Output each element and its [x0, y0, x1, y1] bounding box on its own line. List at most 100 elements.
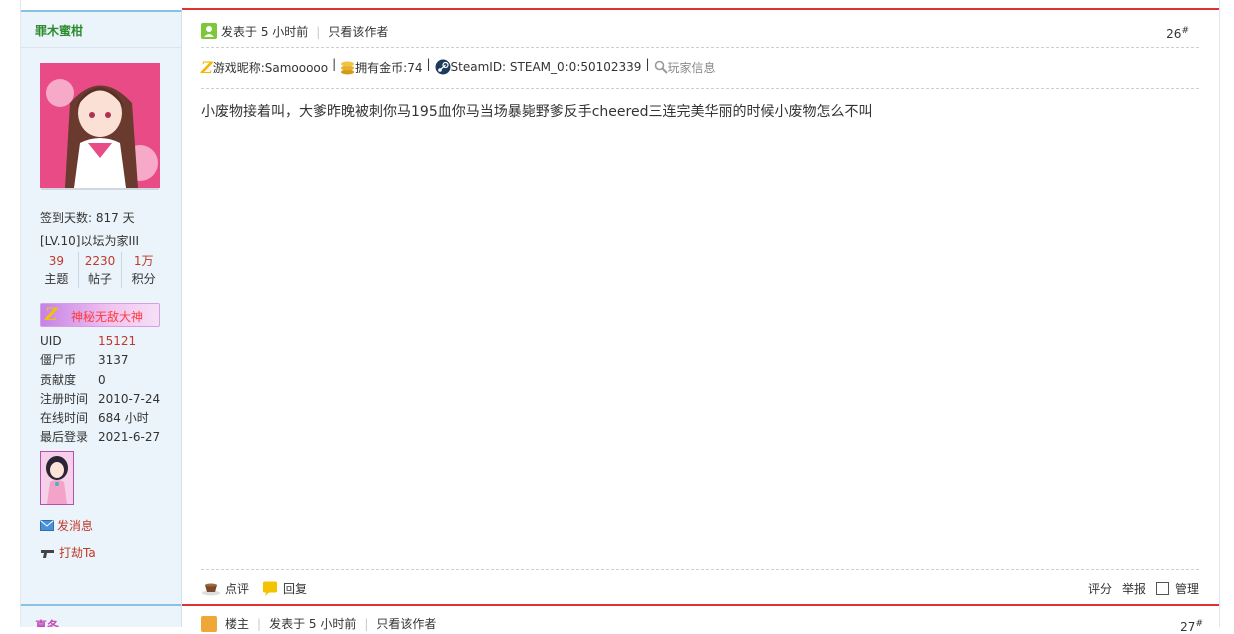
- checkin-days: 签到天数: 817 天: [40, 211, 135, 225]
- manage-label: 管理: [1174, 582, 1199, 596]
- next-floor-mark: #: [1195, 619, 1203, 629]
- post-content: 小废物接着叫，大爹昨晚被刺你马195血你马当场暴毙野爹反手cheered三连完美…: [201, 104, 873, 120]
- player-info-label: 玩家信息: [667, 60, 716, 75]
- stat-threads[interactable]: 39 主题: [35, 252, 78, 288]
- gold-coins: 拥有金币:74: [340, 57, 422, 77]
- medal-label: 神秘无敌大神: [71, 310, 144, 324]
- post-header: 发表于 5 小时前 | 只看该作者 26#: [201, 20, 1199, 48]
- info-row: 最后登录 2021-6-27: [40, 428, 180, 447]
- page-right-border: [1219, 0, 1220, 627]
- badge-character-icon: [41, 452, 73, 504]
- thread-starter-icon: [201, 615, 217, 632]
- info-value: 684 小时: [98, 411, 149, 426]
- envelope-icon: [40, 520, 54, 531]
- separator: |: [316, 25, 321, 39]
- gold-text: 拥有金币:74: [355, 60, 423, 75]
- user-level[interactable]: [LV.10]以坛为家III: [40, 232, 139, 249]
- speech-bubble-icon: [263, 581, 278, 596]
- z-logo-icon: Z: [45, 305, 58, 325]
- next-username-link[interactable]: 真冬: [35, 617, 59, 627]
- stat-credits[interactable]: 1万 积分: [121, 252, 165, 288]
- info-value: 2021-6-27: [98, 430, 161, 445]
- next-user-sidebar: 真冬: [21, 606, 182, 627]
- thread-starter-label: 楼主: [225, 617, 250, 631]
- next-floor-value: 27: [1180, 620, 1196, 634]
- steam-id-text: SteamID: STEAM_0:0:50102339: [450, 60, 642, 74]
- reply-button[interactable]: 回复: [261, 580, 307, 597]
- reply-label: 回复: [283, 582, 308, 596]
- post-footer: 点评 回复 评分 举报 管理: [201, 569, 1199, 600]
- separator: |: [257, 616, 262, 631]
- info-value: 2010-7-24: [98, 391, 161, 406]
- avatar-image: [40, 63, 160, 188]
- floor-value: 26: [1166, 27, 1182, 41]
- z-logo-icon: Z: [201, 57, 213, 77]
- gun-icon: [41, 549, 54, 558]
- post-actions-right: 评分 举报 管理: [1088, 580, 1199, 597]
- stat-posts-count: 2230: [84, 254, 116, 268]
- manage-checkbox[interactable]: [1155, 582, 1169, 595]
- info-row: 在线时间 684 小时: [40, 409, 180, 428]
- send-message-link[interactable]: 发消息: [40, 517, 93, 534]
- badge-image[interactable]: [40, 451, 74, 505]
- comment-label: 点评: [225, 582, 250, 596]
- uid-link[interactable]: 15121: [98, 332, 136, 351]
- rob-link[interactable]: 打劫Ta: [40, 544, 96, 561]
- steam-icon: [435, 59, 451, 75]
- rob-label: 打劫Ta: [59, 546, 96, 560]
- info-key: UID: [40, 334, 62, 348]
- comment-button[interactable]: 点评: [201, 580, 249, 597]
- avatar[interactable]: [40, 63, 160, 188]
- game-info-line: Z 游戏昵称:Samooooo | 拥有金币:74 | SteamID: STE…: [201, 57, 1199, 89]
- floor-mark: #: [1181, 26, 1189, 36]
- send-message-label: 发消息: [57, 519, 94, 533]
- info-value: 0: [98, 372, 106, 387]
- user-info-table: UID 15121 僵尸币 3137 贡献度 0 注册时间 2010-7-24 在线时间…: [40, 332, 180, 448]
- separator: |: [645, 57, 650, 71]
- info-row: 贡献度 0: [40, 371, 180, 390]
- info-value: 3137: [98, 353, 129, 368]
- next-post-header: 楼主 | 发表于 5 小时前 | 只看该作者: [201, 615, 436, 632]
- separator: |: [332, 57, 337, 71]
- floor-number[interactable]: 26#: [1166, 26, 1189, 41]
- info-row: 僵尸币 3137: [40, 351, 180, 370]
- coffee-cup-icon: [202, 583, 220, 595]
- next-post-top-border: [182, 604, 1219, 606]
- info-key: 注册时间: [40, 391, 89, 406]
- next-post-time: 发表于 5 小时前: [269, 617, 357, 631]
- only-author-link[interactable]: 只看该作者: [328, 25, 388, 39]
- stat-threads-label: 主题: [44, 272, 69, 286]
- stat-posts-label: 帖子: [88, 272, 113, 286]
- post-top-border: [182, 8, 1219, 10]
- info-row: 注册时间 2010-7-24: [40, 390, 180, 409]
- report-link[interactable]: 举报: [1122, 580, 1146, 597]
- user-divider: [21, 47, 181, 48]
- username-link[interactable]: 罪木蜜柑: [35, 22, 83, 39]
- steam-id: SteamID: STEAM_0:0:50102339: [435, 57, 642, 77]
- separator: |: [426, 57, 431, 71]
- next-only-author-link[interactable]: 只看该作者: [376, 615, 436, 632]
- info-key: 最后登录: [40, 430, 89, 445]
- stat-threads-count: 39: [48, 254, 64, 268]
- user-stats: 39 主题 2230 帖子 1万 积分: [35, 252, 165, 288]
- info-row: UID 15121: [40, 332, 180, 351]
- info-key: 贡献度: [40, 372, 77, 387]
- post-meta: 发表于 5 小时前 | 只看该作者: [221, 23, 388, 40]
- post-actions-left: 点评 回复: [201, 580, 307, 597]
- player-info-link[interactable]: 玩家信息: [654, 57, 716, 77]
- info-key: 在线时间: [40, 411, 89, 426]
- game-nick: Z 游戏昵称:Samooooo: [201, 57, 328, 77]
- rate-link[interactable]: 评分: [1088, 580, 1112, 597]
- manage-toggle[interactable]: 管理: [1155, 580, 1199, 597]
- online-user-icon: [201, 23, 217, 39]
- stat-credits-label: 积分: [131, 272, 156, 286]
- stat-posts[interactable]: 2230 帖子: [77, 252, 122, 288]
- game-nick-text: 游戏昵称:Samooooo: [212, 60, 329, 75]
- post-time: 发表于 5 小时前: [221, 25, 309, 39]
- separator: |: [364, 616, 369, 631]
- magnifier-icon: [654, 60, 668, 74]
- user-sidebar: 罪木蜜柑 签到天数: 817 天 [LV.10]以坛为家III 39 主题 22…: [21, 10, 182, 606]
- coins-icon: [341, 61, 355, 75]
- user-title-medal: Z 神秘无敌大神: [40, 303, 160, 327]
- stat-credits-count: 1万: [133, 254, 154, 268]
